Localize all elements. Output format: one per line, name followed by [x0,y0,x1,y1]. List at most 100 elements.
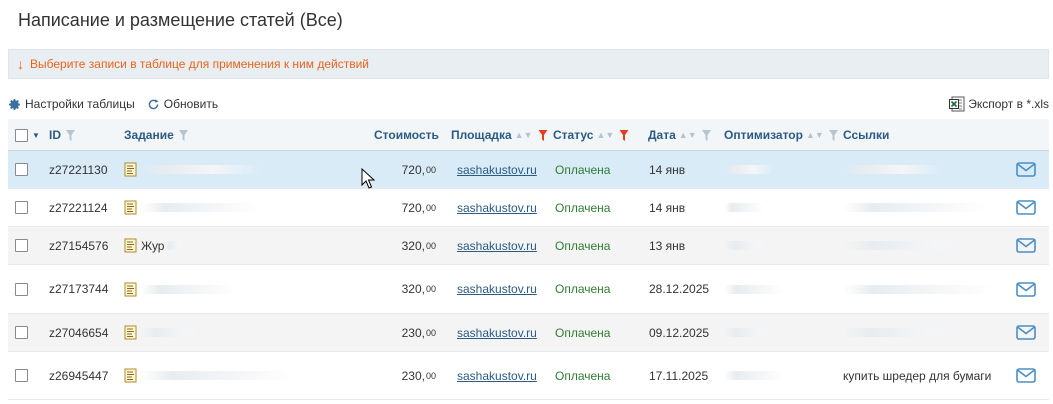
task-title[interactable]: Жур [141,239,164,253]
link-text[interactable]: купить шредер для бумаги [843,369,991,383]
column-date[interactable]: Дата ▲▼ [648,119,711,151]
row-checkbox[interactable] [15,239,28,252]
site-link[interactable]: sashakustov.ru [457,369,537,383]
table-row[interactable]: z27046654 230, 00 sashakustov.ru Оплачена… [8,314,1049,352]
refresh-button[interactable]: Обновить [147,97,218,111]
site-link[interactable]: sashakustov.ru [457,239,537,253]
site-link[interactable]: sashakustov.ru [457,326,537,340]
column-cost[interactable]: Стоимость [374,119,439,151]
select-all-control[interactable]: ▼ [15,119,40,151]
row-task[interactable] [124,265,236,313]
envelope-icon[interactable] [1016,325,1036,340]
row-task[interactable] [124,352,296,399]
message-button[interactable] [1016,314,1036,351]
funnel-icon[interactable] [66,129,75,141]
cost-decimals: 00 [425,202,436,213]
column-site[interactable]: Площадка ▲▼ [451,119,548,151]
envelope-icon[interactable] [1016,281,1036,297]
table-row[interactable]: z27221124 720, 00 sashakustov.ru Оплачена… [8,189,1049,227]
table-row[interactable]: z27221130 720, 00 sashakustov.ru Оплачена… [8,151,1049,189]
redacted-text [724,241,776,250]
row-site[interactable]: sashakustov.ru [457,265,537,313]
message-button[interactable] [1016,227,1036,264]
redacted-text [164,241,190,250]
row-site[interactable]: sashakustov.ru [457,352,537,399]
funnel-icon[interactable] [701,129,711,141]
orders-table: ▼ ID Задание Стоимость Площадка ▲▼ Стату… [8,119,1049,400]
table-settings-button[interactable]: Настройки таблицы [8,97,135,111]
cost-value: 230, [401,368,425,383]
row-links[interactable] [843,189,1003,226]
cost-value: 720, [401,200,425,215]
row-site[interactable]: sashakustov.ru [457,189,537,226]
funnel-icon[interactable] [178,129,188,141]
row-status: Оплачена [555,368,611,383]
column-optimizer[interactable]: Оптимизатор ▲▼ [724,119,838,151]
row-links[interactable] [843,151,1003,188]
column-status-label: Статус [553,128,594,142]
row-checkbox[interactable] [15,201,28,214]
row-checkbox[interactable] [15,163,28,176]
row-select[interactable] [15,265,28,313]
select-all-checkbox[interactable] [15,128,28,142]
row-select[interactable] [15,227,28,264]
site-link[interactable]: sashakustov.ru [457,201,537,215]
table-row[interactable]: z27154576 Жур 320, 00 sashakustov.ru Опла… [8,227,1049,265]
envelope-icon[interactable] [1016,238,1036,253]
excel-icon [949,96,965,112]
row-date: 28.12.2025 [649,282,710,296]
column-id[interactable]: ID [49,119,75,151]
sort-icon[interactable]: ▲▼ [596,130,614,140]
row-links[interactable] [843,265,1003,313]
row-site[interactable]: sashakustov.ru [457,314,537,351]
row-task[interactable] [124,314,211,351]
column-cost-label: Стоимость [374,128,439,142]
row-select[interactable] [15,352,28,399]
redacted-text [724,203,764,212]
row-links[interactable] [843,314,1003,351]
funnel-icon[interactable] [538,129,548,141]
message-button[interactable] [1016,151,1036,188]
row-task[interactable]: Жур [124,227,190,264]
sort-icon[interactable]: ▲▼ [806,130,824,140]
message-button[interactable] [1016,265,1036,313]
row-links[interactable] [843,227,1003,264]
row-links[interactable]: купить шредер для бумаги [843,352,1003,399]
message-button[interactable] [1016,352,1036,399]
cost-value: 720, [401,162,425,177]
refresh-label: Обновить [163,97,219,111]
sort-icon[interactable]: ▲▼ [679,130,697,140]
row-checkbox[interactable] [15,282,28,296]
chevron-down-icon[interactable]: ▼ [32,131,40,140]
row-site[interactable]: sashakustov.ru [457,151,537,188]
row-date: 13 янв [649,238,686,253]
funnel-icon[interactable] [828,129,838,141]
envelope-icon[interactable] [1016,200,1036,215]
row-task[interactable] [124,151,261,188]
row-optimizer [724,265,784,313]
row-task[interactable] [124,189,259,226]
export-xls-button[interactable]: Экспорт в *.xls [949,96,1049,112]
site-link[interactable]: sashakustov.ru [457,282,537,296]
funnel-icon[interactable] [619,129,629,141]
table-settings-label: Настройки таблицы [25,97,135,111]
column-task[interactable]: Задание [124,119,188,151]
row-site[interactable]: sashakustov.ru [457,227,537,264]
row-optimizer [724,314,784,351]
column-status[interactable]: Статус ▲▼ [553,119,629,151]
table-row[interactable]: z26945447 230, 00 sashakustov.ru Оплачена… [8,352,1049,400]
message-button[interactable] [1016,189,1036,226]
envelope-icon[interactable] [1016,368,1036,383]
envelope-icon[interactable] [1016,162,1036,177]
row-checkbox[interactable] [15,326,28,339]
row-select[interactable] [15,314,28,351]
row-date: 17.11.2025 [649,368,709,383]
row-select[interactable] [15,151,28,188]
row-checkbox[interactable] [15,369,28,382]
table-row[interactable]: z27173744 320, 00 sashakustov.ru Оплачена… [8,265,1049,314]
column-links[interactable]: Ссылки [843,119,889,151]
arrow-down-icon: ↓ [17,56,24,72]
row-select[interactable] [15,189,28,226]
sort-icon[interactable]: ▲▼ [515,130,533,140]
site-link[interactable]: sashakustov.ru [457,163,537,177]
